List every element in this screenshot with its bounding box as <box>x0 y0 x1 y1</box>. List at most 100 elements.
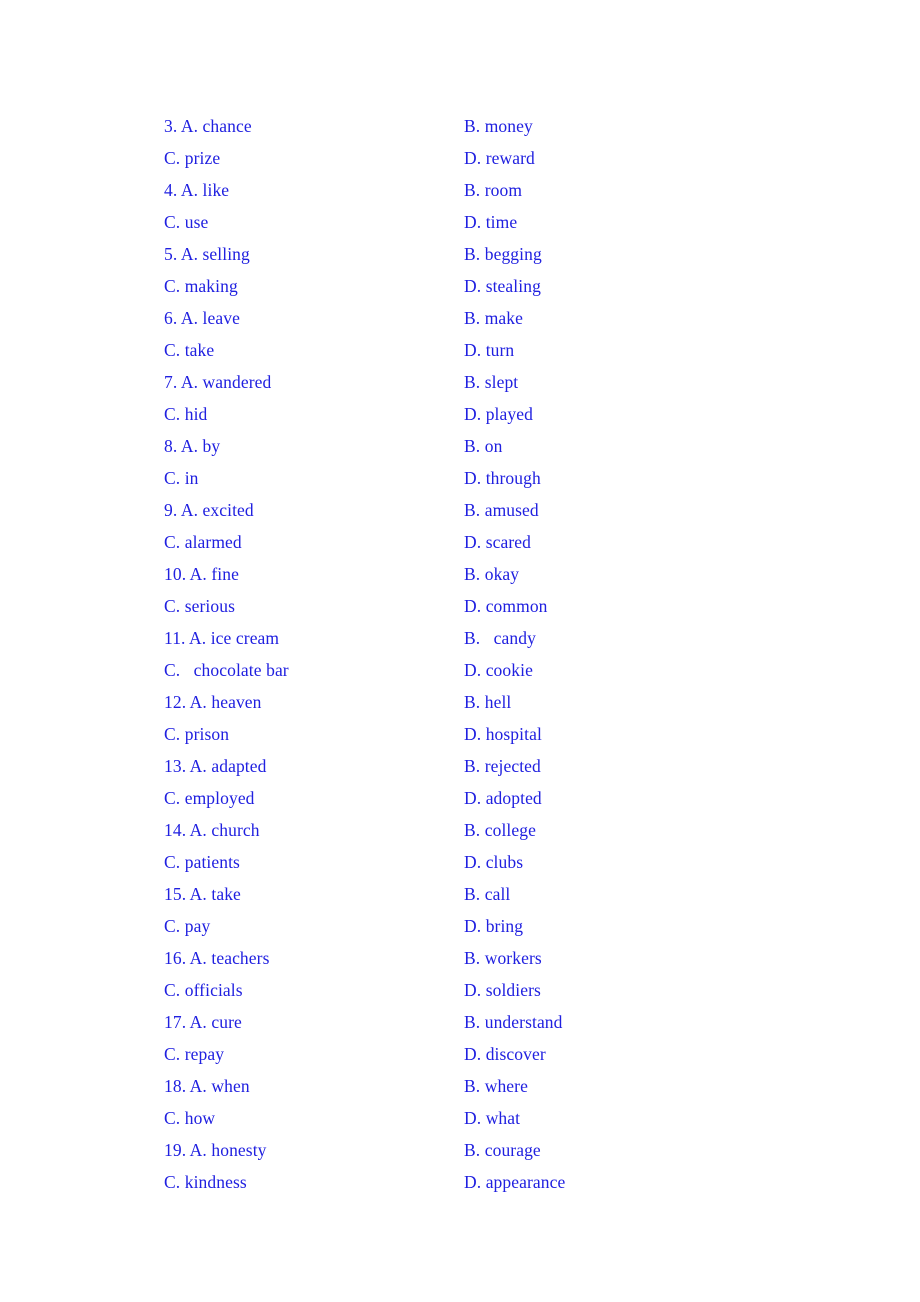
option-choice-right[interactable]: D. adopted <box>464 782 542 814</box>
option-choice-right[interactable]: B. hell <box>464 686 511 718</box>
option-choice-right[interactable]: B. room <box>464 174 522 206</box>
option-row: 18. A. when B. where <box>164 1070 784 1102</box>
option-choice-right[interactable]: B. okay <box>464 558 519 590</box>
option-row: C. employed D. adopted <box>164 782 784 814</box>
option-choice-right[interactable]: D. through <box>464 462 541 494</box>
option-choice-right[interactable]: B. slept <box>464 366 518 398</box>
option-row: 8. A. by B. on <box>164 430 784 462</box>
option-choice-right[interactable]: B. rejected <box>464 750 541 782</box>
option-choice-left[interactable]: 9. A. excited <box>164 494 254 526</box>
option-choice-right[interactable]: B. on <box>464 430 502 462</box>
option-choice-right[interactable]: D. discover <box>464 1038 546 1070</box>
option-choice-right[interactable]: D. turn <box>464 334 514 366</box>
option-choice-left[interactable]: 12. A. heaven <box>164 686 262 718</box>
option-choice-left[interactable]: C. hid <box>164 398 207 430</box>
option-row: 13. A. adapted B. rejected <box>164 750 784 782</box>
option-choice-right[interactable]: B. begging <box>464 238 542 270</box>
option-choice-right[interactable]: B. courage <box>464 1134 541 1166</box>
option-row: C. hid D. played <box>164 398 784 430</box>
option-row: 10. A. fine B. okay <box>164 558 784 590</box>
option-choice-left[interactable]: 4. A. like <box>164 174 229 206</box>
option-row: 3. A. chance B. money <box>164 110 784 142</box>
option-choice-right[interactable]: B. money <box>464 110 533 142</box>
option-choice-left[interactable]: 6. A. leave <box>164 302 240 334</box>
option-row: C. how D. what <box>164 1102 784 1134</box>
option-choice-left[interactable]: C. in <box>164 462 199 494</box>
option-choice-right[interactable]: D. played <box>464 398 533 430</box>
option-row: C. alarmed D. scared <box>164 526 784 558</box>
option-choice-right[interactable]: D. common <box>464 590 548 622</box>
option-row: C. making D. stealing <box>164 270 784 302</box>
option-choice-left[interactable]: C. take <box>164 334 214 366</box>
option-choice-left[interactable]: C. repay <box>164 1038 224 1070</box>
option-choice-left[interactable]: C. patients <box>164 846 240 878</box>
option-row: 5. A. selling B. begging <box>164 238 784 270</box>
option-choice-right[interactable]: B. candy <box>464 622 536 654</box>
option-choice-right[interactable]: D. time <box>464 206 517 238</box>
option-choice-right[interactable]: B. where <box>464 1070 528 1102</box>
option-choice-right[interactable]: D. what <box>464 1102 520 1134</box>
option-choice-right[interactable]: B. call <box>464 878 510 910</box>
option-row: C. serious D. common <box>164 590 784 622</box>
option-choice-left[interactable]: C. kindness <box>164 1166 247 1198</box>
option-row: C. officials D. soldiers <box>164 974 784 1006</box>
option-choice-right[interactable]: D. hospital <box>464 718 542 750</box>
option-choice-left[interactable]: 19. A. honesty <box>164 1134 267 1166</box>
option-choice-left[interactable]: C. officials <box>164 974 243 1006</box>
option-choice-right[interactable]: B. make <box>464 302 523 334</box>
option-row: 14. A. church B. college <box>164 814 784 846</box>
option-row: C. take D. turn <box>164 334 784 366</box>
option-choice-right[interactable]: D. clubs <box>464 846 523 878</box>
option-choice-left[interactable]: 10. A. fine <box>164 558 239 590</box>
option-choice-left[interactable]: C. chocolate bar <box>164 654 289 686</box>
option-choice-left[interactable]: 16. A. teachers <box>164 942 270 974</box>
option-choice-left[interactable]: 15. A. take <box>164 878 241 910</box>
option-choice-right[interactable]: B. college <box>464 814 536 846</box>
option-choice-right[interactable]: B. workers <box>464 942 542 974</box>
option-choice-left[interactable]: 7. A. wandered <box>164 366 271 398</box>
option-row: 6. A. leave B. make <box>164 302 784 334</box>
option-choice-left[interactable]: 14. A. church <box>164 814 260 846</box>
option-choice-left[interactable]: C. how <box>164 1102 215 1134</box>
option-row: 4. A. like B. room <box>164 174 784 206</box>
option-row: C. use D. time <box>164 206 784 238</box>
option-row: C. prize D. reward <box>164 142 784 174</box>
option-row: 15. A. take B. call <box>164 878 784 910</box>
multiple-choice-options-list: 3. A. chance B. money C. prize D. reward 4. … <box>164 110 784 1198</box>
option-choice-left[interactable]: C. prison <box>164 718 229 750</box>
option-choice-right[interactable]: B. amused <box>464 494 539 526</box>
option-choice-right[interactable]: D. stealing <box>464 270 541 302</box>
option-row: C. kindness D. appearance <box>164 1166 784 1198</box>
option-choice-left[interactable]: C. alarmed <box>164 526 242 558</box>
option-choice-left[interactable]: C. making <box>164 270 238 302</box>
option-choice-left[interactable]: 18. A. when <box>164 1070 250 1102</box>
option-choice-left[interactable]: 17. A. cure <box>164 1006 242 1038</box>
option-choice-right[interactable]: B. understand <box>464 1006 563 1038</box>
option-row: C. repay D. discover <box>164 1038 784 1070</box>
option-row: C. pay D. bring <box>164 910 784 942</box>
option-row: 17. A. cure B. understand <box>164 1006 784 1038</box>
option-row: 11. A. ice cream B. candy <box>164 622 784 654</box>
option-choice-left[interactable]: 11. A. ice cream <box>164 622 279 654</box>
option-row: 9. A. excited B. amused <box>164 494 784 526</box>
option-choice-left[interactable]: C. employed <box>164 782 255 814</box>
option-choice-right[interactable]: D. scared <box>464 526 531 558</box>
option-choice-right[interactable]: D. soldiers <box>464 974 541 1006</box>
option-choice-left[interactable]: 3. A. chance <box>164 110 252 142</box>
option-choice-right[interactable]: D. appearance <box>464 1166 565 1198</box>
option-choice-left[interactable]: 8. A. by <box>164 430 220 462</box>
option-row: 19. A. honesty B. courage <box>164 1134 784 1166</box>
option-choice-left[interactable]: 13. A. adapted <box>164 750 267 782</box>
option-row: 16. A. teachers B. workers <box>164 942 784 974</box>
option-choice-left[interactable]: C. use <box>164 206 208 238</box>
option-choice-left[interactable]: C. serious <box>164 590 235 622</box>
option-choice-left[interactable]: 5. A. selling <box>164 238 250 270</box>
option-row: C. chocolate bar D. cookie <box>164 654 784 686</box>
option-choice-left[interactable]: C. prize <box>164 142 220 174</box>
document-page: 3. A. chance B. money C. prize D. reward 4. … <box>0 0 920 1302</box>
option-choice-right[interactable]: D. reward <box>464 142 535 174</box>
option-row: 7. A. wandered B. slept <box>164 366 784 398</box>
option-choice-right[interactable]: D. bring <box>464 910 523 942</box>
option-choice-left[interactable]: C. pay <box>164 910 210 942</box>
option-choice-right[interactable]: D. cookie <box>464 654 533 686</box>
